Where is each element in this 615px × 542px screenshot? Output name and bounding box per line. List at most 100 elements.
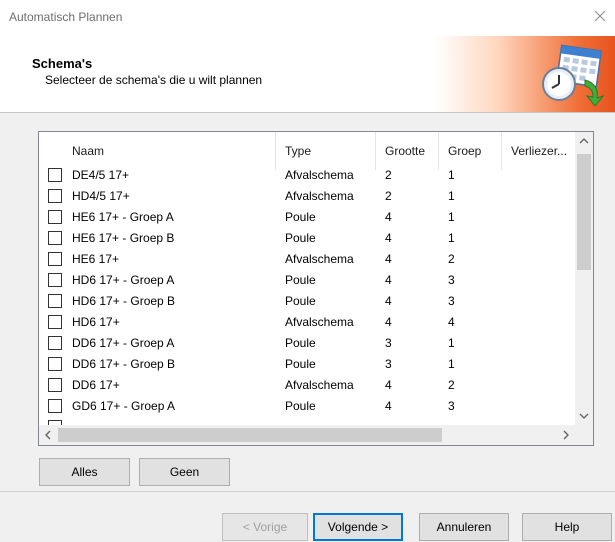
row-checkbox[interactable] bbox=[48, 399, 62, 413]
column-header-type[interactable]: Type bbox=[285, 144, 311, 158]
cell-type: Afvalschema bbox=[285, 315, 354, 329]
select-none-button[interactable]: Geen bbox=[139, 458, 230, 486]
cell-grootte: 4 bbox=[385, 210, 392, 224]
cell-naam: HE6 17+ bbox=[72, 252, 120, 266]
table-row[interactable]: HE6 17+ - Groep A Poule 4 1 bbox=[39, 207, 575, 228]
cell-grootte: 2 bbox=[385, 168, 392, 182]
close-icon[interactable] bbox=[593, 9, 607, 23]
cell-naam: HD6 17+ - Groep A bbox=[72, 273, 175, 287]
window-title: Automatisch Plannen bbox=[9, 10, 123, 24]
table-row[interactable]: DD6 17+ - Groep A Poule 3 1 bbox=[39, 333, 575, 354]
column-header-verliezer[interactable]: Verliezer... bbox=[511, 144, 567, 158]
scroll-right-icon[interactable] bbox=[557, 425, 575, 445]
cell-naam: HE6 17+ - Groep A bbox=[72, 210, 174, 224]
row-checkbox[interactable] bbox=[48, 210, 62, 224]
cell-type: Poule bbox=[285, 399, 316, 413]
row-checkbox[interactable] bbox=[48, 273, 62, 287]
cell-grootte: 4 bbox=[385, 273, 392, 287]
row-checkbox[interactable] bbox=[48, 315, 62, 329]
column-header-groep[interactable]: Groep bbox=[448, 144, 481, 158]
cell-naam: HE6 17+ - Groep B bbox=[72, 231, 175, 245]
column-header-grootte[interactable]: Grootte bbox=[385, 144, 425, 158]
page-title: Schema's bbox=[32, 56, 93, 71]
scroll-up-icon[interactable] bbox=[575, 132, 593, 150]
cell-type: Poule bbox=[285, 357, 316, 371]
scrollbar-corner bbox=[575, 425, 593, 445]
table-row[interactable]: GD6 17+ - Groep A Poule 4 3 bbox=[39, 396, 575, 417]
cell-grootte: 4 bbox=[385, 231, 392, 245]
row-checkbox[interactable] bbox=[48, 357, 62, 371]
cell-groep: 1 bbox=[448, 336, 455, 350]
table-row[interactable]: HD4/5 17+ Afvalschema 2 1 bbox=[39, 186, 575, 207]
schedule-calendar-icon bbox=[542, 44, 605, 106]
cell-groep: 1 bbox=[448, 357, 455, 371]
select-all-button[interactable]: Alles bbox=[39, 458, 130, 486]
table-row[interactable]: HD6 17+ Afvalschema 4 4 bbox=[39, 312, 575, 333]
horizontal-scroll-thumb[interactable] bbox=[58, 428, 442, 442]
cell-naam: HD4/5 17+ bbox=[72, 189, 130, 203]
cell-grootte: 2 bbox=[385, 189, 392, 203]
cell-groep: 4 bbox=[448, 315, 455, 329]
table-row[interactable]: DD6 17+ - Groep B Poule 3 1 bbox=[39, 354, 575, 375]
cell-type: Poule bbox=[285, 273, 316, 287]
row-checkbox[interactable] bbox=[48, 336, 62, 350]
row-checkbox[interactable] bbox=[48, 378, 62, 392]
cell-groep: 3 bbox=[448, 399, 455, 413]
page-subtitle: Selecteer de schema's die u wilt plannen bbox=[45, 73, 263, 87]
cell-grootte: 4 bbox=[385, 315, 392, 329]
cell-naam: GD6 17+ - Groep A bbox=[72, 399, 176, 413]
cell-grootte: 4 bbox=[385, 252, 392, 266]
table-row[interactable]: HD6 17+ - Groep B Poule 4 3 bbox=[39, 291, 575, 312]
cell-grootte: 3 bbox=[385, 357, 392, 371]
cell-groep: 1 bbox=[448, 210, 455, 224]
table-row[interactable]: HE6 17+ - Groep B Poule 4 1 bbox=[39, 228, 575, 249]
next-button[interactable]: Volgende > bbox=[313, 513, 403, 541]
list-rows: DE4/5 17+ Afvalschema 2 1 HD4/5 17+ Afva… bbox=[39, 165, 575, 438]
vertical-scrollbar[interactable] bbox=[575, 132, 593, 425]
row-checkbox[interactable] bbox=[48, 189, 62, 203]
cell-type: Poule bbox=[285, 210, 316, 224]
row-checkbox[interactable] bbox=[48, 231, 62, 245]
title-bar: Automatisch Plannen bbox=[0, 0, 615, 36]
row-checkbox[interactable] bbox=[48, 252, 62, 266]
cell-groep: 3 bbox=[448, 294, 455, 308]
column-header-naam[interactable]: Naam bbox=[72, 144, 104, 158]
cell-grootte: 4 bbox=[385, 378, 392, 392]
scroll-down-icon[interactable] bbox=[575, 407, 593, 425]
cell-naam: HD6 17+ bbox=[72, 315, 120, 329]
cell-type: Afvalschema bbox=[285, 378, 354, 392]
cell-type: Poule bbox=[285, 231, 316, 245]
cell-groep: 2 bbox=[448, 252, 455, 266]
cell-naam: DD6 17+ bbox=[72, 378, 120, 392]
schema-list[interactable]: Naam Type Grootte Groep Verliezer... DE4… bbox=[38, 131, 594, 446]
row-checkbox[interactable] bbox=[48, 294, 62, 308]
cell-type: Afvalschema bbox=[285, 252, 354, 266]
cell-type: Afvalschema bbox=[285, 189, 354, 203]
table-row[interactable]: DE4/5 17+ Afvalschema 2 1 bbox=[39, 165, 575, 186]
cell-naam: HD6 17+ - Groep B bbox=[72, 294, 176, 308]
cell-grootte: 3 bbox=[385, 336, 392, 350]
help-button[interactable]: Help bbox=[522, 513, 612, 541]
cell-grootte: 4 bbox=[385, 399, 392, 413]
cancel-button[interactable]: Annuleren bbox=[419, 513, 509, 541]
cell-groep: 1 bbox=[448, 231, 455, 245]
cell-type: Poule bbox=[285, 336, 316, 350]
wizard-header: Schema's Selecteer de schema's die u wil… bbox=[0, 36, 615, 112]
previous-button[interactable]: < Vorige bbox=[222, 513, 308, 541]
cell-type: Poule bbox=[285, 294, 316, 308]
cell-grootte: 4 bbox=[385, 294, 392, 308]
cell-groep: 1 bbox=[448, 189, 455, 203]
table-row[interactable]: HD6 17+ - Groep A Poule 4 3 bbox=[39, 270, 575, 291]
table-row[interactable]: HE6 17+ Afvalschema 4 2 bbox=[39, 249, 575, 270]
cell-type: Afvalschema bbox=[285, 168, 354, 182]
horizontal-scrollbar[interactable] bbox=[39, 425, 593, 445]
cell-naam: DD6 17+ - Groep B bbox=[72, 357, 176, 371]
cell-groep: 3 bbox=[448, 273, 455, 287]
row-checkbox[interactable] bbox=[48, 168, 62, 182]
header-banner bbox=[435, 36, 615, 112]
table-row[interactable]: DD6 17+ Afvalschema 4 2 bbox=[39, 375, 575, 396]
cell-groep: 1 bbox=[448, 168, 455, 182]
scroll-left-icon[interactable] bbox=[39, 425, 57, 445]
cell-naam: DD6 17+ - Groep A bbox=[72, 336, 175, 350]
vertical-scroll-thumb[interactable] bbox=[577, 154, 591, 270]
